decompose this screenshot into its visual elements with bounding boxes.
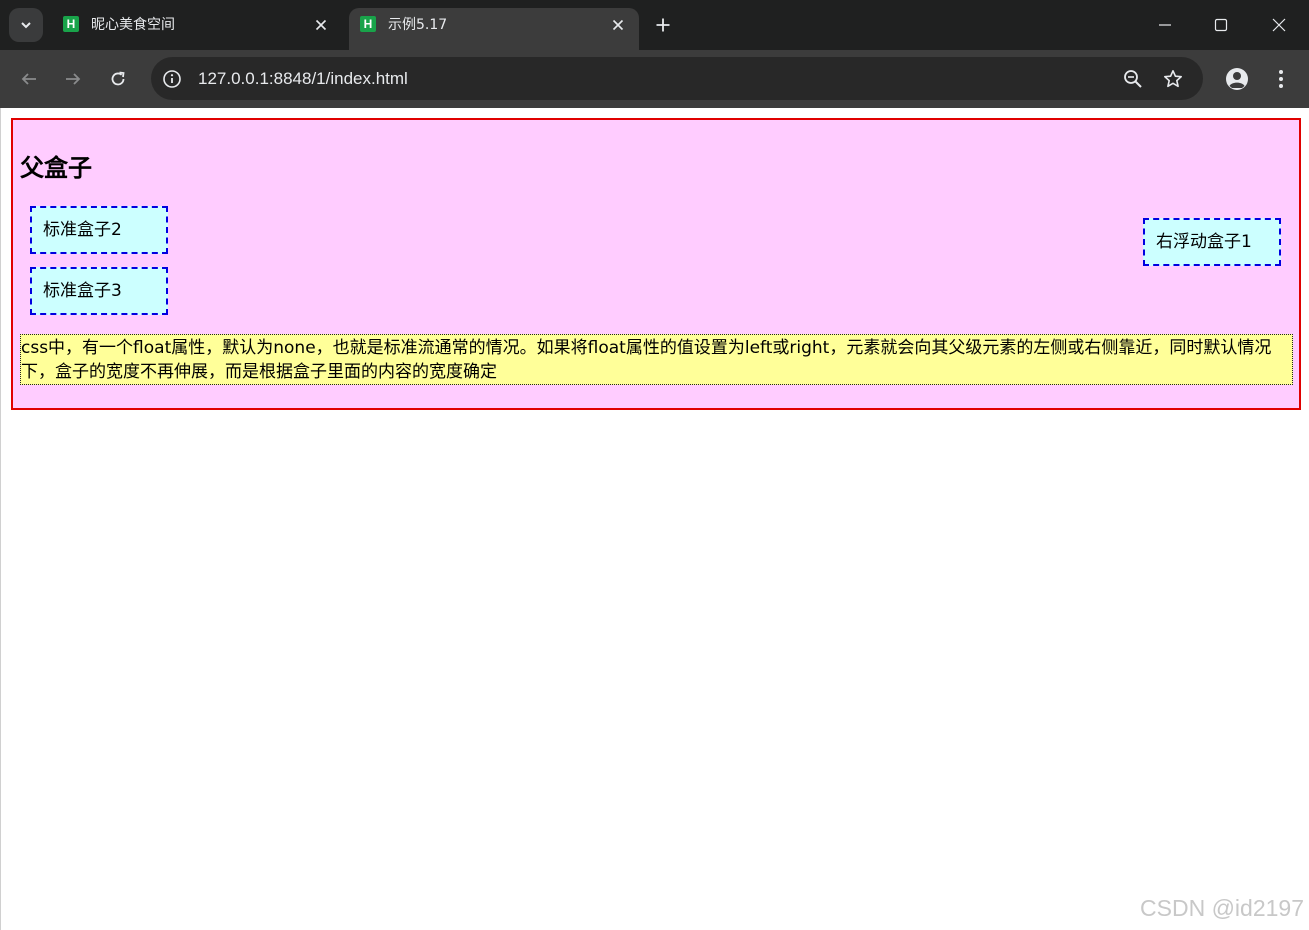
float-description-paragraph: css中，有一个float属性，默认为none，也就是标准流通常的情况。如果将f… [20, 334, 1293, 385]
forward-arrow-icon [66, 73, 81, 85]
bookmark-button[interactable] [1160, 66, 1186, 92]
address-bar[interactable]: 127.0.0.1:8848/1/index.html [151, 57, 1203, 100]
zoom-button[interactable] [1120, 66, 1146, 92]
reload-icon [111, 71, 125, 86]
profile-icon [1226, 68, 1248, 90]
standard-box-2: 标准盒子2 [30, 206, 168, 254]
minimize-icon [1159, 24, 1171, 26]
close-icon [315, 19, 327, 31]
star-icon [1164, 70, 1182, 88]
back-button[interactable] [13, 63, 45, 95]
forward-button[interactable] [57, 63, 89, 95]
html-file-icon: H [360, 16, 376, 32]
maximize-button[interactable] [1193, 0, 1249, 50]
page-title: 父盒子 [20, 154, 92, 182]
browser-window: H 昵心美食空间 H 示例5.17 127.0.0.1:8848/1/index… [0, 0, 1309, 930]
new-tab-button[interactable] [648, 10, 678, 40]
close-icon [612, 19, 624, 31]
standard-box-3: 标准盒子3 [30, 267, 168, 315]
tab-close-button[interactable] [312, 16, 330, 34]
maximize-icon [1214, 18, 1228, 32]
window-close-button[interactable] [1251, 0, 1307, 50]
tab-inactive[interactable]: H 昵心美食空间 [52, 8, 342, 50]
info-icon[interactable] [161, 68, 183, 90]
profile-button[interactable] [1222, 64, 1252, 94]
tab-strip: H 昵心美食空间 H 示例5.17 [0, 0, 1309, 50]
zoom-out-icon [1124, 70, 1142, 88]
tab-title: 昵心美食空间 [91, 17, 175, 33]
page-viewport: 父盒子 标准盒子2 标准盒子3 右浮动盒子1 css中，有一个float属性，默… [0, 108, 1309, 930]
tab-active[interactable]: H 示例5.17 [349, 8, 639, 50]
menu-button[interactable] [1267, 64, 1295, 94]
tab-title: 示例5.17 [388, 17, 448, 33]
chevron-down-icon [21, 22, 31, 29]
watermark: CSDN @id2197 [1140, 895, 1304, 921]
tab-search-button[interactable] [9, 8, 43, 42]
close-icon [1272, 18, 1286, 32]
html-file-icon: H [63, 16, 79, 32]
parent-box: 父盒子 标准盒子2 标准盒子3 右浮动盒子1 css中，有一个float属性，默… [11, 118, 1301, 410]
tab-close-button[interactable] [609, 16, 627, 34]
reload-button[interactable] [102, 63, 134, 95]
plus-icon [656, 18, 670, 32]
minimize-button[interactable] [1137, 0, 1193, 50]
url-text[interactable]: 127.0.0.1:8848/1/index.html [198, 68, 408, 90]
toolbar: 127.0.0.1:8848/1/index.html [0, 50, 1309, 108]
float-right-box-1: 右浮动盒子1 [1143, 218, 1281, 266]
back-arrow-icon [21, 73, 36, 85]
kebab-menu-icon [1279, 70, 1283, 88]
